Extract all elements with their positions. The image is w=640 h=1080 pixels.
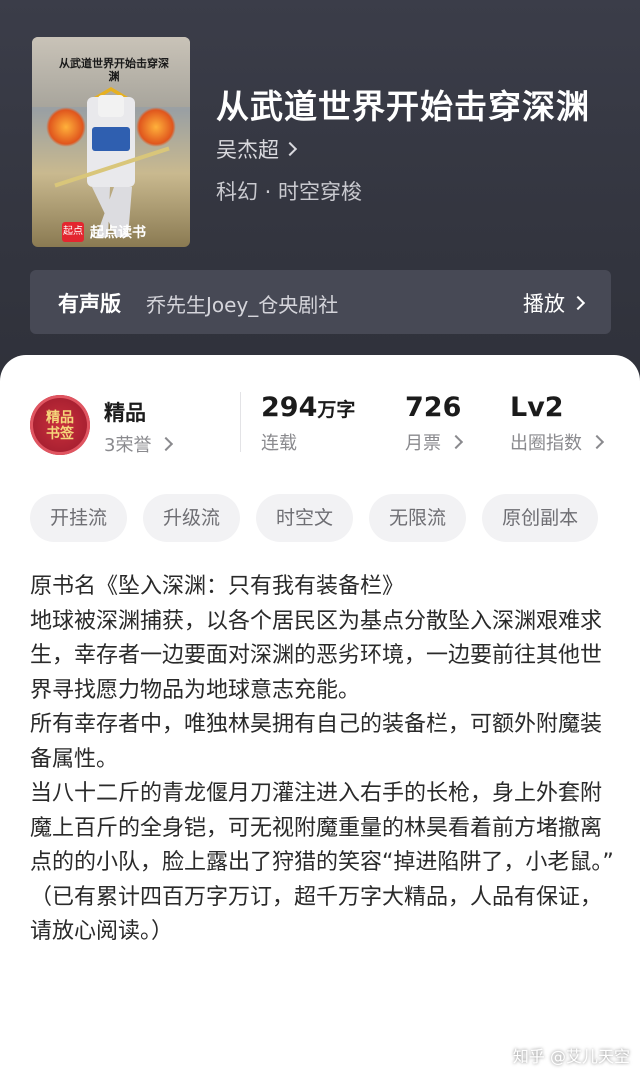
quality-medal-icon[interactable]: 精品 书签: [30, 395, 90, 455]
popularity-stat[interactable]: Lv2 出圈指数: [510, 392, 605, 455]
word-count-stat: 294万字 连载: [261, 392, 355, 455]
audio-narrator: 乔先生Joey_仓央剧社: [146, 293, 339, 317]
description-paragraph: 原书名《坠入深渊：只有我有装备栏》: [30, 574, 405, 599]
cover-title: 从武道世界开始击穿深渊: [59, 57, 169, 83]
chevron-right-icon: [159, 436, 174, 452]
popularity-label: 出圈指数: [510, 429, 605, 455]
audio-version-bar[interactable]: 有声版 乔先生Joey_仓央剧社 播放: [30, 270, 611, 334]
monthly-votes-label: 月票: [405, 429, 464, 455]
book-header: 从武道世界开始击穿深渊 起点 起点读书 从武道世界开始击穿深渊 吴杰超 科幻 ·…: [0, 0, 640, 400]
tag-chip[interactable]: 原创副本: [482, 494, 599, 542]
description-paragraph: 所有幸存者中，唯独林昊拥有自己的装备栏，可额外附魔装备属性。: [30, 712, 603, 772]
monthly-votes-stat[interactable]: 726 月票: [405, 392, 464, 455]
tag-chip[interactable]: 时空文: [256, 494, 354, 542]
tag-chip[interactable]: 无限流: [369, 494, 467, 542]
chevron-right-icon: [448, 434, 464, 450]
book-cover[interactable]: 从武道世界开始击穿深渊 起点 起点读书: [32, 37, 190, 247]
chevron-right-icon: [570, 295, 586, 311]
word-count-value: 294万字: [261, 392, 356, 423]
honor-link[interactable]: 3荣誉: [104, 431, 174, 457]
description-paragraph: 地球被深渊捕获，以各个居民区为基点分散坠入深渊艰难求生，幸存者一边要面对深渊的恶…: [30, 608, 603, 703]
brand-logo-icon: 起点: [62, 222, 84, 242]
chevron-right-icon: [282, 141, 298, 157]
quality-label: 精品: [104, 401, 146, 425]
stats-divider: [240, 392, 241, 452]
popularity-level: Lv2: [510, 392, 564, 423]
cover-flame-right: [136, 107, 176, 147]
tag-chip[interactable]: 开挂流: [30, 494, 128, 542]
audio-label: 有声版: [58, 292, 121, 316]
play-button[interactable]: 播放: [523, 288, 586, 318]
watermark: 知乎 @艾儿天空: [512, 1047, 630, 1066]
chevron-right-icon: [589, 434, 605, 450]
play-label: 播放: [523, 292, 565, 316]
honor-count: 3荣誉: [104, 435, 152, 456]
book-description: 原书名《坠入深渊：只有我有装备栏》 地球被深渊捕获，以各个居民区为基点分散坠入深…: [30, 570, 614, 950]
cover-mech-chest: [92, 127, 130, 151]
medal-text: 精品 书签: [30, 410, 90, 442]
cover-brand-badge: 起点 起点读书: [62, 222, 146, 242]
book-title: 从武道世界开始击穿深渊: [216, 87, 590, 126]
tag-chip[interactable]: 升级流: [143, 494, 241, 542]
cover-flame-left: [46, 107, 86, 147]
cover-mech-head: [98, 95, 124, 117]
description-paragraph: 当八十二斤的青龙偃月刀灌注进入右手的长枪，身上外套附魔上百斤的全身铠，可无视附魔…: [30, 781, 614, 875]
author-name: 吴杰超: [216, 138, 279, 162]
medal-text-line2: 书签: [46, 426, 74, 442]
tag-list: 开挂流 升级流 时空文 无限流 原创副本: [30, 494, 599, 542]
book-genre[interactable]: 科幻 · 时空穿梭: [216, 176, 362, 206]
serial-status: 连载: [261, 433, 297, 454]
medal-text-line1: 精品: [46, 410, 74, 426]
author-link[interactable]: 吴杰超: [216, 134, 298, 164]
description-paragraph: （已有累计四百万字万订，超千万字大精品，人品有保证，请放心阅读。）: [30, 884, 603, 945]
monthly-votes-value: 726: [405, 392, 462, 423]
cover-brand-name: 起点读书: [90, 225, 146, 241]
